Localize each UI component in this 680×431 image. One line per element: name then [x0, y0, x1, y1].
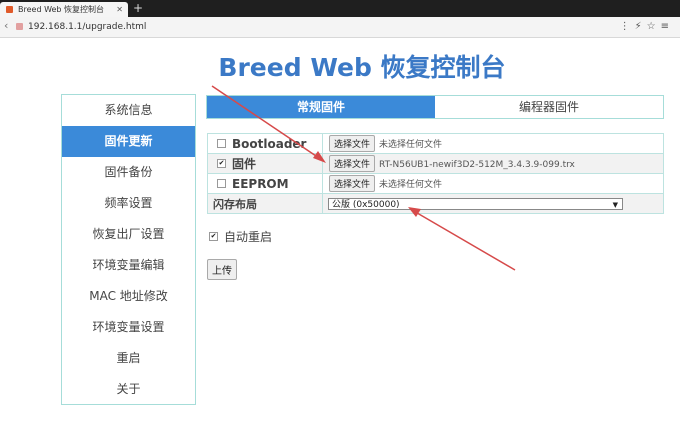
sidebar-item-firmware-update[interactable]: 固件更新 — [62, 126, 195, 157]
new-tab-button[interactable]: + — [133, 0, 143, 16]
eeprom-file-name: 未选择任何文件 — [379, 180, 443, 190]
translate-icon[interactable]: ⋮ — [620, 21, 635, 32]
eeprom-checkbox[interactable] — [217, 178, 226, 188]
page-title: Breed Web 恢复控制台 — [218, 53, 506, 82]
bootloader-label: Bootloader — [232, 136, 307, 151]
url-field[interactable]: 192.168.1.1/upgrade.html — [28, 17, 146, 37]
extension-icon[interactable]: ⚡ — [635, 21, 647, 32]
eeprom-label: EEPROM — [232, 176, 289, 191]
sidebar-item-firmware-backup[interactable]: 固件备份 — [62, 157, 195, 188]
browser-tab-title: Breed Web 恢复控制台 — [18, 5, 105, 14]
firmware-checkbox[interactable]: ✔ — [217, 159, 226, 168]
close-tab-icon[interactable]: ✕ — [116, 2, 123, 17]
toolbar-icons: ⋮⚡☆≡ — [620, 17, 674, 37]
flash-layout-label: 闪存布局 — [213, 197, 257, 211]
chevron-down-icon: ▼ — [612, 200, 618, 209]
bootloader-choose-file-button[interactable]: 选择文件 — [329, 135, 376, 152]
flash-layout-select[interactable]: 公版 (0x50000) ▼ — [328, 197, 623, 210]
tab-regular-firmware[interactable]: 常规固件 — [207, 96, 435, 118]
auto-reboot-label: 自动重启 — [224, 230, 273, 244]
sidebar-item-mac[interactable]: MAC 地址修改 — [62, 281, 195, 312]
sidebar-item-env-edit[interactable]: 环境变量编辑 — [62, 250, 195, 281]
annotation-arrow-flash-layout — [411, 209, 516, 271]
row-eeprom: EEPROM 选择文件 未选择任何文件 — [207, 173, 664, 194]
bootloader-checkbox[interactable] — [217, 138, 226, 148]
firmware-choose-file-button[interactable]: 选择文件 — [329, 155, 376, 172]
firmware-tabs: 常规固件 编程器固件 — [206, 95, 664, 119]
auto-reboot-checkbox[interactable]: ✔ — [209, 232, 218, 241]
sidebar-item-system-info[interactable]: 系统信息 — [62, 95, 195, 126]
tab-programmer-firmware[interactable]: 编程器固件 — [435, 96, 663, 118]
menu-icon[interactable]: ≡ — [661, 21, 674, 32]
upload-button[interactable]: 上传 — [207, 259, 237, 280]
sidebar-item-reboot[interactable]: 重启 — [62, 343, 195, 374]
eeprom-choose-file-button[interactable]: 选择文件 — [329, 175, 376, 192]
site-info-icon[interactable] — [16, 23, 23, 30]
sidebar-item-frequency[interactable]: 频率设置 — [62, 188, 195, 219]
row-flash-layout: 闪存布局 公版 (0x50000) ▼ — [207, 193, 664, 214]
favicon-icon — [6, 6, 13, 13]
sidebar-item-factory-reset[interactable]: 恢复出厂设置 — [62, 219, 195, 250]
sidebar-item-about[interactable]: 关于 — [62, 374, 195, 405]
firmware-file-name: RT-N56UB1-newif3D2-512M_3.4.3.9-099.trx — [379, 160, 575, 170]
browser-tabstrip: Breed Web 恢复控制台 ✕ + — [0, 0, 680, 17]
flash-layout-value: 公版 (0x50000) — [332, 199, 400, 210]
sidebar: 系统信息 固件更新 固件备份 频率设置 恢复出厂设置 环境变量编辑 MAC 地址… — [61, 94, 196, 405]
auto-reboot: ✔ 自动重启 — [209, 228, 272, 245]
bootloader-file-name: 未选择任何文件 — [379, 140, 443, 150]
upgrade-form: Bootloader 选择文件 未选择任何文件 ✔ 固件 选择文件 RT-N56UB1… — [207, 133, 664, 214]
row-bootloader: Bootloader 选择文件 未选择任何文件 — [207, 133, 664, 154]
browser-tab[interactable]: Breed Web 恢复控制台 ✕ — [0, 2, 128, 17]
address-bar: ‹ 192.168.1.1/upgrade.html ⋮⚡☆≡ — [0, 17, 680, 38]
back-icon[interactable]: ‹ — [4, 19, 8, 32]
firmware-label: 固件 — [232, 157, 257, 171]
sidebar-item-env-settings[interactable]: 环境变量设置 — [62, 312, 195, 343]
row-firmware: ✔ 固件 选择文件 RT-N56UB1-newif3D2-512M_3.4.3.9-… — [207, 153, 664, 174]
bookmark-star-icon[interactable]: ☆ — [647, 21, 661, 32]
